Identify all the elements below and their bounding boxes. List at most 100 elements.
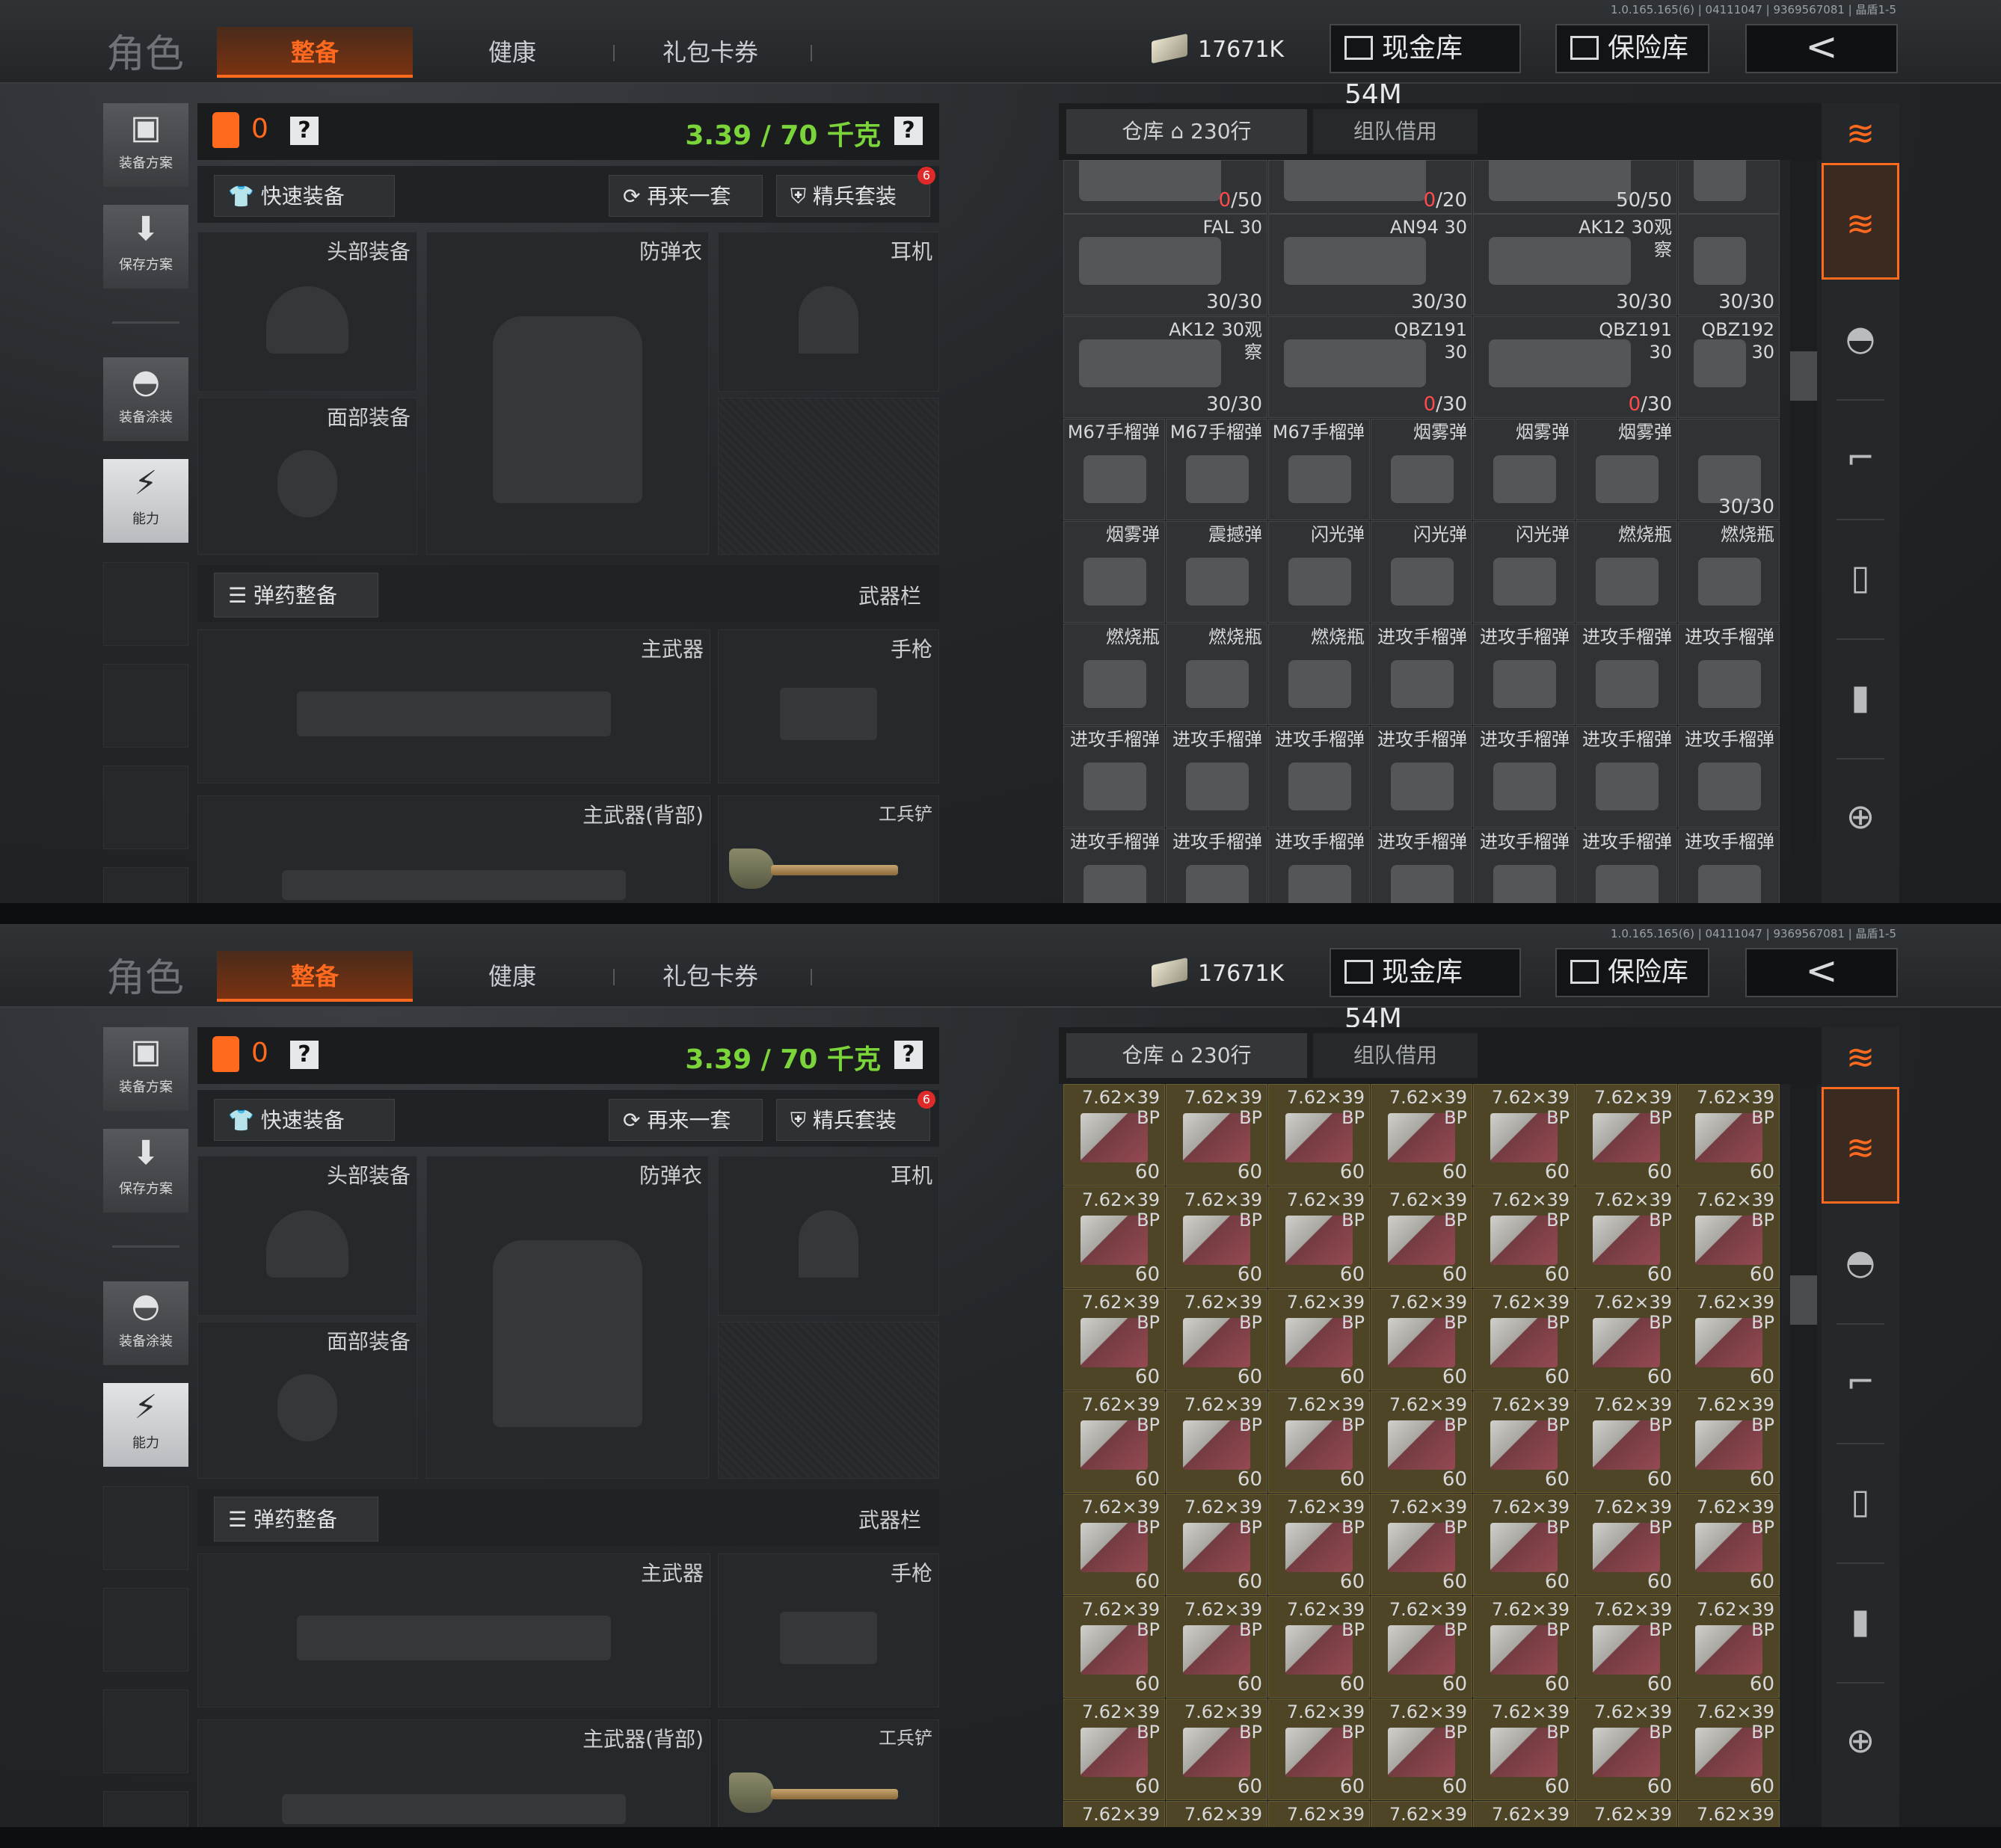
category-weapons[interactable]: ⌐ bbox=[1822, 399, 1899, 516]
skin-button[interactable]: ◓ 装备涂装 bbox=[103, 1281, 188, 1365]
inventory-item[interactable]: 30/30 bbox=[1678, 419, 1780, 520]
inventory-item[interactable]: 烟雾弹 bbox=[1371, 419, 1472, 520]
inventory-item[interactable]: 进攻手榴弹 bbox=[1166, 828, 1267, 903]
armor-slot[interactable]: 防弹衣 bbox=[426, 232, 709, 555]
inventory-item[interactable]: 烟雾弹 bbox=[1063, 521, 1165, 623]
inventory-item[interactable]: 进攻手榴弹 bbox=[1371, 828, 1472, 903]
pistol-slot[interactable]: 手枪 bbox=[718, 1553, 939, 1707]
inventory-item[interactable]: 闪光弹 bbox=[1268, 521, 1370, 623]
inventory-item[interactable]: 7.62×39BP60 bbox=[1268, 1494, 1370, 1595]
primary-weapon-slot[interactable]: 主武器 bbox=[197, 1553, 710, 1707]
inventory-item[interactable]: 30/30 bbox=[1678, 214, 1780, 315]
loadout-plan-button[interactable]: ▣ 装备方案 bbox=[103, 103, 188, 187]
inventory-item[interactable]: 7.62×39BP60 bbox=[1166, 1186, 1267, 1288]
inventory-item[interactable]: AN94 30 30/30 bbox=[1268, 214, 1472, 315]
inventory-item[interactable]: M67手榴弹 bbox=[1063, 419, 1165, 520]
quick-equip-button[interactable]: 👕 快速装备 bbox=[214, 1099, 395, 1141]
inventory-item[interactable]: 7.62×39BP60 bbox=[1063, 1801, 1165, 1827]
tab-health[interactable]: 健康 bbox=[449, 951, 576, 1002]
inventory-item[interactable]: 7.62×39BP60 bbox=[1166, 1289, 1267, 1390]
category-attachments[interactable]: ⊕ bbox=[1822, 758, 1899, 875]
inventory-item[interactable]: M67手榴弹 bbox=[1268, 419, 1370, 520]
tab-team-borrow[interactable]: 组队借用 bbox=[1313, 109, 1478, 154]
inventory-item[interactable]: 7.62×39BP60 bbox=[1473, 1186, 1575, 1288]
inventory-item[interactable]: 7.62×39BP60 bbox=[1268, 1698, 1370, 1800]
inventory-item[interactable]: 进攻手榴弹 bbox=[1678, 623, 1780, 725]
weight-help-button[interactable]: ? bbox=[894, 1041, 923, 1069]
inventory-item[interactable]: 7.62×39BP60 bbox=[1166, 1391, 1267, 1493]
inventory-item[interactable]: 7.62×39BP60 bbox=[1473, 1084, 1575, 1186]
inventory-item[interactable]: 7.62×39BP60 bbox=[1678, 1391, 1780, 1493]
inventory-item[interactable]: 7.62×39BP60 bbox=[1678, 1801, 1780, 1827]
category-ammo[interactable]: ▮ bbox=[1822, 638, 1899, 755]
inventory-item[interactable]: QBZ191 30 0/30 bbox=[1268, 316, 1472, 418]
inventory-item[interactable]: AK12 30观察 30/30 bbox=[1473, 214, 1677, 315]
headset-slot[interactable]: 耳机 bbox=[718, 232, 939, 392]
ability-button[interactable]: ⚡ 能力 bbox=[103, 459, 188, 543]
tab-outfit[interactable]: 整备 bbox=[217, 27, 413, 78]
inventory-item[interactable]: FAL 30 30/30 bbox=[1063, 214, 1267, 315]
inventory-item[interactable]: 进攻手榴弹 bbox=[1576, 623, 1677, 725]
inventory-item[interactable]: 7.62×39BP60 bbox=[1678, 1494, 1780, 1595]
inventory-item[interactable]: 进攻手榴弹 bbox=[1063, 726, 1165, 828]
inventory-item[interactable]: 进攻手榴弹 bbox=[1678, 726, 1780, 828]
inventory-item[interactable]: 燃烧瓶 bbox=[1576, 521, 1677, 623]
head-slot[interactable]: 头部装备 bbox=[197, 232, 417, 392]
inventory-item[interactable]: 闪光弹 bbox=[1371, 521, 1472, 623]
skin-button[interactable]: ◓ 装备涂装 bbox=[103, 357, 188, 441]
inventory-item[interactable]: 7.62×39BP60 bbox=[1063, 1596, 1165, 1698]
inventory-item[interactable]: 7.62×39BP60 bbox=[1473, 1596, 1575, 1698]
inventory-item[interactable]: 7.62×39BP60 bbox=[1678, 1698, 1780, 1800]
inventory-item[interactable]: QBZ191 30 0/30 bbox=[1473, 316, 1677, 418]
category-magazines[interactable]: ▯ bbox=[1822, 1443, 1899, 1559]
scroll-thumb[interactable] bbox=[1790, 351, 1817, 401]
loadout-plan-button[interactable]: ▣ 装备方案 bbox=[103, 1027, 188, 1111]
inventory-item[interactable]: 7.62×39BP60 bbox=[1473, 1698, 1575, 1800]
inventory-item[interactable]: 7.62×39BP60 bbox=[1371, 1084, 1472, 1186]
quick-equip-button[interactable]: 👕 快速装备 bbox=[214, 175, 395, 217]
inventory-item[interactable]: 烟雾弹 bbox=[1473, 419, 1575, 520]
inventory-item[interactable]: QBZ192 30 bbox=[1678, 316, 1780, 418]
category-all[interactable]: ≋ bbox=[1822, 163, 1899, 280]
back-weapon-slot[interactable]: 主武器(背部) bbox=[197, 1719, 710, 1827]
category-all[interactable]: ≋ bbox=[1822, 1087, 1899, 1204]
inventory-item[interactable]: 进攻手榴弹 bbox=[1268, 828, 1370, 903]
back-button[interactable]: < bbox=[1745, 948, 1898, 997]
inventory-item[interactable]: 进攻手榴弹 bbox=[1678, 828, 1780, 903]
inventory-item[interactable]: 7.62×39BP60 bbox=[1371, 1186, 1472, 1288]
armor-slot[interactable]: 防弹衣 bbox=[426, 1156, 709, 1479]
inventory-item[interactable]: 进攻手榴弹 bbox=[1576, 828, 1677, 903]
pistol-slot[interactable]: 手枪 bbox=[718, 629, 939, 783]
inventory-item[interactable]: 燃烧瓶 bbox=[1166, 623, 1267, 725]
save-plan-button[interactable]: ⬇ 保存方案 bbox=[103, 205, 188, 289]
category-attachments[interactable]: ⊕ bbox=[1822, 1682, 1899, 1799]
inventory-item[interactable]: 燃烧瓶 bbox=[1678, 521, 1780, 623]
shovel-slot[interactable]: 工兵铲 bbox=[718, 795, 939, 903]
cash-vault-button[interactable]: 现金库 54M bbox=[1330, 24, 1521, 110]
safe-button[interactable]: 保险库 bbox=[1555, 24, 1709, 73]
inventory-item[interactable]: AK12 30观察 30/30 bbox=[1063, 316, 1267, 418]
inventory-item[interactable]: 进攻手榴弹 bbox=[1166, 726, 1267, 828]
inventory-item[interactable]: 7.62×39BP60 bbox=[1268, 1391, 1370, 1493]
inventory-item[interactable]: 7.62×39BP60 bbox=[1268, 1084, 1370, 1186]
head-slot[interactable]: 头部装备 bbox=[197, 1156, 417, 1316]
inventory-item[interactable]: 7.62×39BP60 bbox=[1473, 1391, 1575, 1493]
inventory-item[interactable]: 进攻手榴弹 bbox=[1268, 726, 1370, 828]
elite-kit-button[interactable]: ⛨ 精兵套装 6 bbox=[776, 1091, 935, 1141]
tab-warehouse[interactable]: 仓库 ⌂ 230行 bbox=[1066, 109, 1307, 154]
repeat-loadout-button[interactable]: ⟳ 再来一套 bbox=[609, 175, 763, 217]
help-button[interactable]: ? bbox=[290, 1041, 319, 1069]
inventory-item[interactable]: 50/50 bbox=[1473, 160, 1677, 214]
inventory-item[interactable]: 7.62×39BP60 bbox=[1576, 1289, 1677, 1390]
inventory-item[interactable]: 7.62×39BP60 bbox=[1576, 1084, 1677, 1186]
category-armor[interactable]: ◓ bbox=[1822, 280, 1899, 396]
safe-button[interactable]: 保险库 bbox=[1555, 948, 1709, 997]
inventory-item[interactable]: 7.62×39BP60 bbox=[1473, 1289, 1575, 1390]
inventory-item[interactable]: 7.62×39BP60 bbox=[1166, 1801, 1267, 1827]
tab-gift-cards[interactable]: 礼包卡券 bbox=[643, 27, 778, 78]
inventory-item[interactable]: 7.62×39BP60 bbox=[1063, 1391, 1165, 1493]
tab-team-borrow[interactable]: 组队借用 bbox=[1313, 1033, 1478, 1078]
inventory-item[interactable]: 7.62×39BP60 bbox=[1268, 1289, 1370, 1390]
face-slot[interactable]: 面部装备 bbox=[197, 1322, 417, 1479]
inventory-item[interactable]: 7.62×39BP60 bbox=[1268, 1186, 1370, 1288]
